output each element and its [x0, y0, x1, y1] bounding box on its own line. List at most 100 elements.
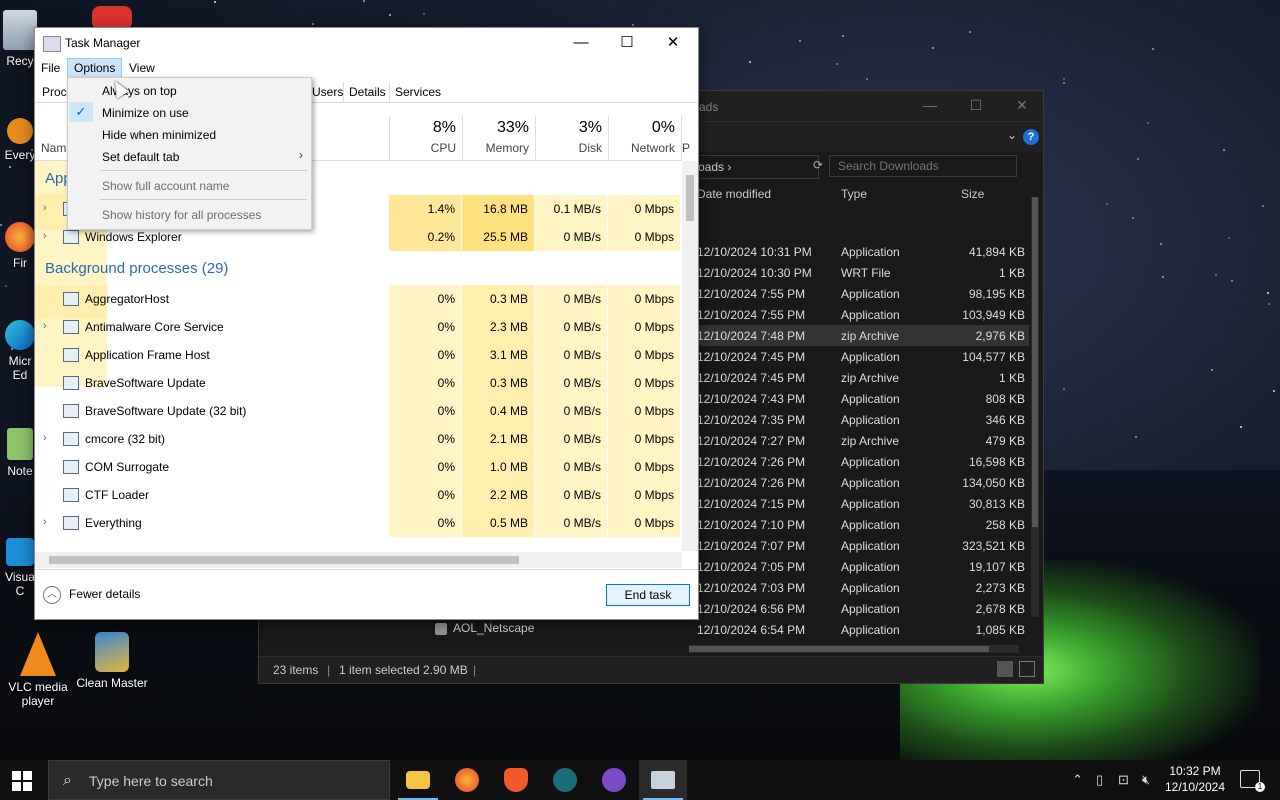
- folder-icon: [406, 771, 430, 789]
- refresh-icon[interactable]: ⟳: [813, 158, 823, 172]
- process-row[interactable]: CTF Loader 0% 2.2 MB 0 MB/s 0 Mbps: [35, 481, 682, 509]
- menu-item[interactable]: ✓ Minimize on use: [68, 101, 311, 123]
- tiles-view-icon[interactable]: [1019, 661, 1035, 677]
- column-name[interactable]: Nam: [41, 141, 66, 155]
- maximize-icon[interactable]: ☐: [961, 97, 991, 114]
- scrollbar-thumb[interactable]: [686, 175, 694, 221]
- process-row[interactable]: BraveSoftware Update (32 bit) 0% 0.4 MB 0 M…: [35, 397, 682, 425]
- process-row[interactable]: › Antimalware Core Service 0% 2.3 MB 0 MB/s 0…: [35, 313, 682, 341]
- file-row[interactable]: 12/10/2024 7:45 PM Application 104,577 KB: [689, 346, 1029, 367]
- column-type[interactable]: Type: [841, 187, 867, 201]
- file-row[interactable]: 12/10/2024 7:27 PM zip Archive 479 KB: [689, 430, 1029, 451]
- taskbar-tor-browser[interactable]: [590, 760, 638, 800]
- network-icon[interactable]: ⊡: [1118, 772, 1129, 788]
- menu-options[interactable]: Options: [67, 58, 123, 78]
- task-manager-titlebar[interactable]: Task Manager — ☐ ✕: [35, 28, 698, 58]
- taskbar-netscape[interactable]: [541, 760, 589, 800]
- expand-chevron-icon[interactable]: ›: [43, 202, 47, 214]
- process-horizontal-scrollbar[interactable]: [35, 552, 682, 568]
- column-network[interactable]: 0% Network: [608, 116, 681, 160]
- process-row[interactable]: › cmcore (32 bit) 0% 2.1 MB 0 MB/s 0 Mbps: [35, 425, 682, 453]
- tablet-icon[interactable]: ▯: [1096, 772, 1103, 788]
- chevron-up-icon[interactable]: ⌃: [1072, 772, 1083, 788]
- menu-item-label: Show history for all processes: [102, 208, 262, 222]
- process-group-header[interactable]: Background processes (29): [35, 251, 682, 387]
- file-row[interactable]: 12/10/2024 10:31 PM Application 41,894 KB: [689, 241, 1029, 262]
- column-date-modified[interactable]: Date modified: [697, 187, 771, 201]
- taskbar-search-box[interactable]: ⌕ Type here to search: [48, 760, 390, 800]
- menu-file[interactable]: File: [35, 59, 66, 77]
- file-row[interactable]: 12/10/2024 10:30 PM WRT File 1 KB: [689, 262, 1029, 283]
- expand-chevron-icon[interactable]: ›: [43, 230, 47, 242]
- file-row[interactable]: 12/10/2024 7:26 PM Application 134,050 KB: [689, 472, 1029, 493]
- process-row[interactable]: COM Surrogate 0% 1.0 MB 0 MB/s 0 Mbps: [35, 453, 682, 481]
- expand-chevron-icon[interactable]: ›: [43, 432, 47, 444]
- notification-center-icon[interactable]: 1: [1240, 770, 1265, 792]
- close-icon[interactable]: ✕: [1007, 97, 1037, 114]
- column-cpu[interactable]: 8% CPU: [389, 116, 462, 160]
- column-power[interactable]: P: [681, 116, 692, 160]
- tab-services[interactable]: Services: [389, 82, 446, 102]
- chevron-down-icon[interactable]: ⌄: [1007, 128, 1017, 142]
- minimize-icon[interactable]: —: [558, 32, 604, 54]
- taskbar-brave[interactable]: [492, 760, 540, 800]
- file-row[interactable]: 12/10/2024 7:10 PM Application 258 KB: [689, 514, 1029, 535]
- expand-chevron-icon[interactable]: ›: [43, 516, 47, 528]
- search-input[interactable]: [829, 155, 1017, 177]
- process-row[interactable]: BraveSoftware Update 0% 0.3 MB 0 MB/s 0 Mbps: [35, 369, 682, 397]
- minimize-icon[interactable]: —: [915, 97, 945, 113]
- address-path: oads: [698, 160, 725, 174]
- explorer-vertical-scrollbar[interactable]: [1031, 197, 1039, 617]
- menu-item[interactable]: Always on top: [68, 79, 311, 101]
- details-view-icon[interactable]: [997, 661, 1013, 677]
- menu-item[interactable]: Set default tab ›: [68, 145, 311, 167]
- file-row[interactable]: 12/10/2024 7:55 PM Application 98,195 KB: [689, 283, 1029, 304]
- scrollbar-thumb[interactable]: [689, 646, 989, 652]
- address-bar[interactable]: oads ›: [689, 155, 819, 179]
- menu-view[interactable]: View: [123, 59, 161, 77]
- file-row[interactable]: 12/10/2024 7:26 PM Application 16,598 KB: [689, 451, 1029, 472]
- file-row[interactable]: 12/10/2024 7:45 PM zip Archive 1 KB: [689, 367, 1029, 388]
- taskbar-firefox[interactable]: [443, 760, 491, 800]
- expand-chevron-icon[interactable]: ›: [43, 320, 47, 332]
- tab-details[interactable]: Details: [343, 82, 391, 102]
- help-icon[interactable]: ?: [1023, 129, 1039, 145]
- file-row[interactable]: 12/10/2024 7:48 PM zip Archive 2,976 KB: [689, 325, 1029, 346]
- fewer-details-button[interactable]: ︿ Fewer details: [43, 586, 140, 604]
- maximize-icon[interactable]: ☐: [604, 32, 650, 54]
- file-row[interactable]: 12/10/2024 7:05 PM Application 19,107 KB: [689, 556, 1029, 577]
- explorer-horizontal-scrollbar[interactable]: [689, 645, 1019, 653]
- star: [1131, 216, 1134, 219]
- file-row[interactable]: 12/10/2024 7:03 PM Application 2,273 KB: [689, 577, 1029, 598]
- file-row[interactable]: 12/10/2024 7:35 PM Application 346 KB: [689, 409, 1029, 430]
- menu-item[interactable]: Hide when minimized: [68, 123, 311, 145]
- file-row[interactable]: 12/10/2024 6:56 PM Application 2,678 KB: [689, 598, 1029, 619]
- process-row[interactable]: AggregatorHost 0% 0.3 MB 0 MB/s 0 Mbps: [35, 285, 682, 313]
- file-type: Application: [841, 560, 900, 574]
- process-vertical-scrollbar[interactable]: [682, 161, 698, 551]
- taskbar-clock[interactable]: 10:32 PM 12/10/2024: [1160, 763, 1230, 795]
- file-row[interactable]: 12/10/2024 6:54 PM Application 1,085 KB: [689, 619, 1029, 640]
- column-disk[interactable]: 3% Disk: [535, 116, 608, 160]
- file-row[interactable]: 12/10/2024 7:15 PM Application 30,813 KB: [689, 493, 1029, 514]
- file-row[interactable]: 12/10/2024 7:43 PM Application 808 KB: [689, 388, 1029, 409]
- end-task-button[interactable]: End task: [606, 584, 690, 606]
- volume-muted-icon[interactable]: 🔇︎: [1142, 772, 1150, 788]
- process-row[interactable]: › Everything 0% 0.5 MB 0 MB/s 0 Mbps: [35, 509, 682, 537]
- desktop-icon-clean-master[interactable]: Clean Master: [74, 632, 150, 690]
- taskbar-file-explorer[interactable]: [394, 760, 442, 800]
- column-memory[interactable]: 33% Memory: [462, 116, 535, 160]
- windows-start-icon[interactable]: [12, 771, 32, 791]
- scrollbar-thumb[interactable]: [1032, 197, 1038, 527]
- scrollbar-thumb[interactable]: [49, 556, 519, 564]
- file-name-aol-netscape[interactable]: AOL_Netscape: [435, 621, 534, 635]
- column-size[interactable]: Size: [961, 187, 984, 201]
- file-row[interactable]: 12/10/2024 7:07 PM Application 323,521 KB: [689, 535, 1029, 556]
- process-row[interactable]: Application Frame Host 0% 3.1 MB 0 MB/s 0 Mb…: [35, 341, 682, 369]
- file-size: 16,598 KB: [968, 455, 1025, 469]
- firefox-icon: [455, 768, 479, 792]
- desktop-icon-vlc[interactable]: VLC media player: [0, 632, 76, 708]
- file-row[interactable]: 12/10/2024 7:55 PM Application 103,949 KB: [689, 304, 1029, 325]
- close-icon[interactable]: ✕: [650, 32, 696, 54]
- taskbar-task-manager[interactable]: [639, 760, 687, 800]
